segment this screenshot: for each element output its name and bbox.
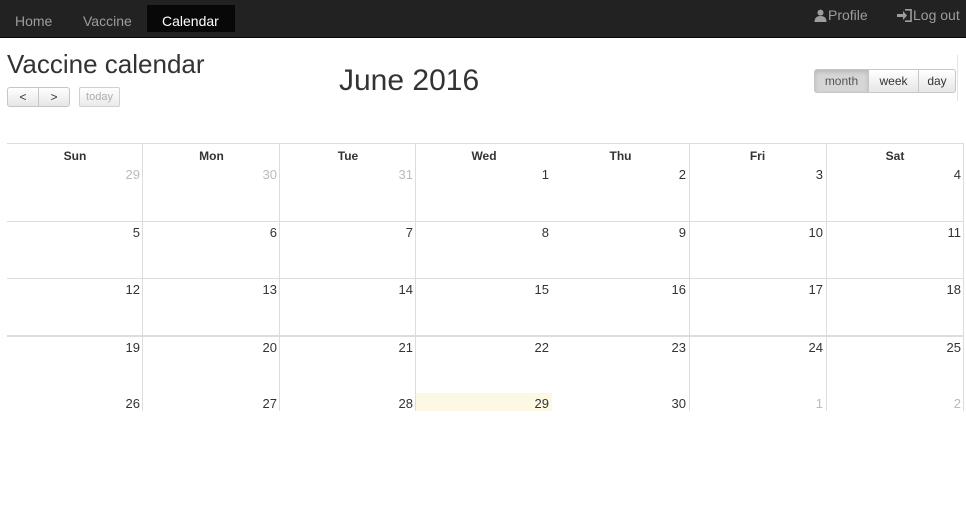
day-number: 6: [269, 225, 277, 240]
day-number: 27: [262, 396, 277, 411]
nav-logout-label: Log out: [913, 7, 960, 23]
day-cell[interactable]: 24: [689, 337, 826, 392]
day-cell[interactable]: 11: [826, 222, 964, 278]
day-number: 19: [125, 340, 140, 355]
day-number: 31: [398, 167, 413, 182]
top-navbar: Home Vaccine Calendar Profile Log out: [0, 0, 966, 38]
nav-logout-link[interactable]: Log out: [897, 0, 960, 34]
day-cell[interactable]: 19: [7, 337, 143, 392]
nav-calendar-link[interactable]: Calendar: [147, 5, 235, 32]
day-cell[interactable]: 4: [826, 164, 964, 221]
day-cell[interactable]: 29: [7, 164, 143, 221]
day-cell[interactable]: 17: [689, 279, 826, 335]
day-cell[interactable]: 3: [689, 164, 826, 221]
day-number: 15: [534, 282, 549, 297]
day-number: 9: [678, 225, 686, 240]
day-cell[interactable]: 31: [280, 164, 416, 221]
day-number: 14: [398, 282, 413, 297]
user-icon: [814, 9, 827, 22]
day-cell[interactable]: 28: [280, 393, 416, 411]
day-number: 1: [541, 167, 549, 182]
day-number: 16: [671, 282, 686, 297]
day-header-mon: Mon: [143, 143, 280, 164]
day-cell[interactable]: 14: [280, 279, 416, 335]
page-title: Vaccine calendar: [7, 49, 205, 79]
day-cell[interactable]: 15: [416, 279, 552, 335]
day-number: 26: [125, 396, 140, 411]
day-header-wed: Wed: [416, 143, 552, 164]
day-number: 21: [398, 340, 413, 355]
today-button[interactable]: today: [79, 87, 120, 107]
day-number: 4: [953, 167, 961, 182]
nav-profile-link[interactable]: Profile: [814, 0, 868, 34]
day-header-sat: Sat: [826, 143, 964, 164]
day-number: 13: [262, 282, 277, 297]
day-cell[interactable]: 16: [552, 279, 689, 335]
day-cell[interactable]: 10: [689, 222, 826, 278]
week-view-button[interactable]: week: [868, 69, 919, 93]
day-number: 8: [541, 225, 549, 240]
day-cell[interactable]: 30: [143, 164, 280, 221]
day-number: 28: [398, 396, 413, 411]
divider: [957, 55, 958, 101]
day-number: 17: [808, 282, 823, 297]
day-number: 20: [262, 340, 277, 355]
day-number: 22: [534, 340, 549, 355]
day-number: 3: [815, 167, 823, 182]
prev-button[interactable]: <: [7, 87, 39, 107]
day-cell[interactable]: 30: [552, 393, 689, 411]
day-cell[interactable]: 9: [552, 222, 689, 278]
day-cell[interactable]: 2: [826, 393, 964, 411]
day-cell[interactable]: 27: [143, 393, 280, 411]
day-number: 5: [132, 225, 140, 240]
day-number: 25: [946, 340, 961, 355]
day-cell[interactable]: 2: [552, 164, 689, 221]
nav-home-link[interactable]: Home: [15, 0, 52, 38]
day-header-sun: Sun: [7, 143, 143, 164]
day-number: 2: [678, 167, 686, 182]
month-view-button[interactable]: month: [814, 69, 869, 93]
day-number: 1: [815, 396, 823, 411]
day-cell[interactable]: 1: [689, 393, 826, 411]
day-number: 10: [808, 225, 823, 240]
day-cell[interactable]: 13: [143, 279, 280, 335]
day-number: 30: [262, 167, 277, 182]
day-cell[interactable]: 1: [416, 164, 552, 221]
day-cell[interactable]: 20: [143, 337, 280, 392]
nav-profile-label: Profile: [828, 7, 868, 23]
day-cell[interactable]: 7: [280, 222, 416, 278]
day-number: 12: [125, 282, 140, 297]
day-number: 11: [947, 225, 962, 240]
day-header-fri: Fri: [689, 143, 826, 164]
day-number: 18: [946, 282, 961, 297]
day-number: 24: [808, 340, 823, 355]
day-number: 23: [671, 340, 686, 355]
day-cell[interactable]: 21: [280, 337, 416, 392]
day-cell[interactable]: 26: [7, 393, 143, 411]
day-view-button[interactable]: day: [918, 69, 956, 93]
day-cell[interactable]: 12: [7, 279, 143, 335]
nav-vaccine-link[interactable]: Vaccine: [83, 0, 132, 38]
day-number: 29: [534, 396, 549, 411]
month-grid: Sun Mon Tue Wed Thu Fri Sat 29 30 31 1 2…: [7, 143, 964, 411]
calendar-title: June 2016: [339, 64, 480, 97]
log-out-icon: [897, 9, 912, 22]
today-cell[interactable]: 29: [416, 393, 552, 411]
day-number: 7: [405, 225, 413, 240]
day-number: 30: [671, 396, 686, 411]
day-cell[interactable]: 6: [143, 222, 280, 278]
day-cell[interactable]: 5: [7, 222, 143, 278]
day-cell[interactable]: 25: [826, 337, 964, 392]
day-cell[interactable]: 22: [416, 337, 552, 392]
day-number: 29: [125, 167, 140, 182]
day-header-thu: Thu: [552, 143, 689, 164]
day-number: 2: [953, 396, 961, 411]
day-header-tue: Tue: [280, 143, 416, 164]
next-button[interactable]: >: [38, 87, 70, 107]
day-cell[interactable]: 8: [416, 222, 552, 278]
day-cell[interactable]: 23: [552, 337, 689, 392]
day-cell[interactable]: 18: [826, 279, 964, 335]
